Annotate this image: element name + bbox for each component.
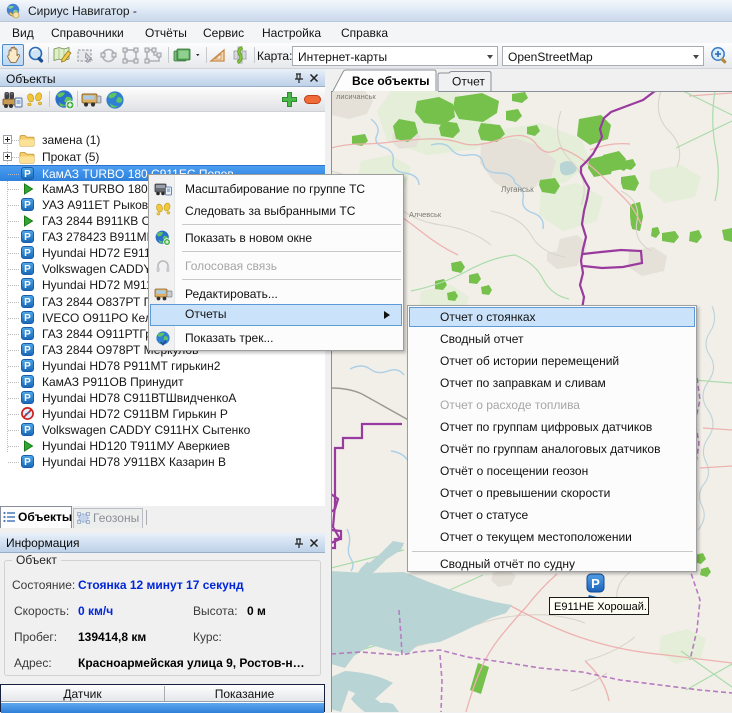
svg-text:P: P	[24, 280, 31, 291]
svg-text:P: P	[24, 393, 31, 404]
svg-text:P: P	[24, 297, 31, 308]
svg-text:P: P	[24, 232, 31, 243]
svg-text:Отчет: Отчет	[452, 75, 485, 89]
svg-text:Алчевськ: Алчевськ	[409, 210, 442, 219]
svg-text:P: P	[24, 377, 31, 388]
svg-text:P: P	[24, 345, 31, 356]
svg-text:Луганськ: Луганськ	[501, 185, 534, 194]
svg-text:P: P	[24, 361, 31, 372]
svg-text:лисичанськ: лисичанськ	[336, 92, 376, 101]
svg-text:P: P	[24, 169, 31, 180]
svg-text:P: P	[24, 425, 31, 436]
svg-text:P: P	[24, 457, 31, 468]
svg-text:P: P	[24, 248, 31, 259]
svg-text:P: P	[24, 264, 31, 275]
svg-text:P: P	[24, 329, 31, 340]
svg-text:P: P	[591, 576, 600, 591]
svg-text:P: P	[24, 313, 31, 324]
svg-text:P: P	[24, 200, 31, 211]
svg-text:Все объекты: Все объекты	[352, 74, 429, 88]
